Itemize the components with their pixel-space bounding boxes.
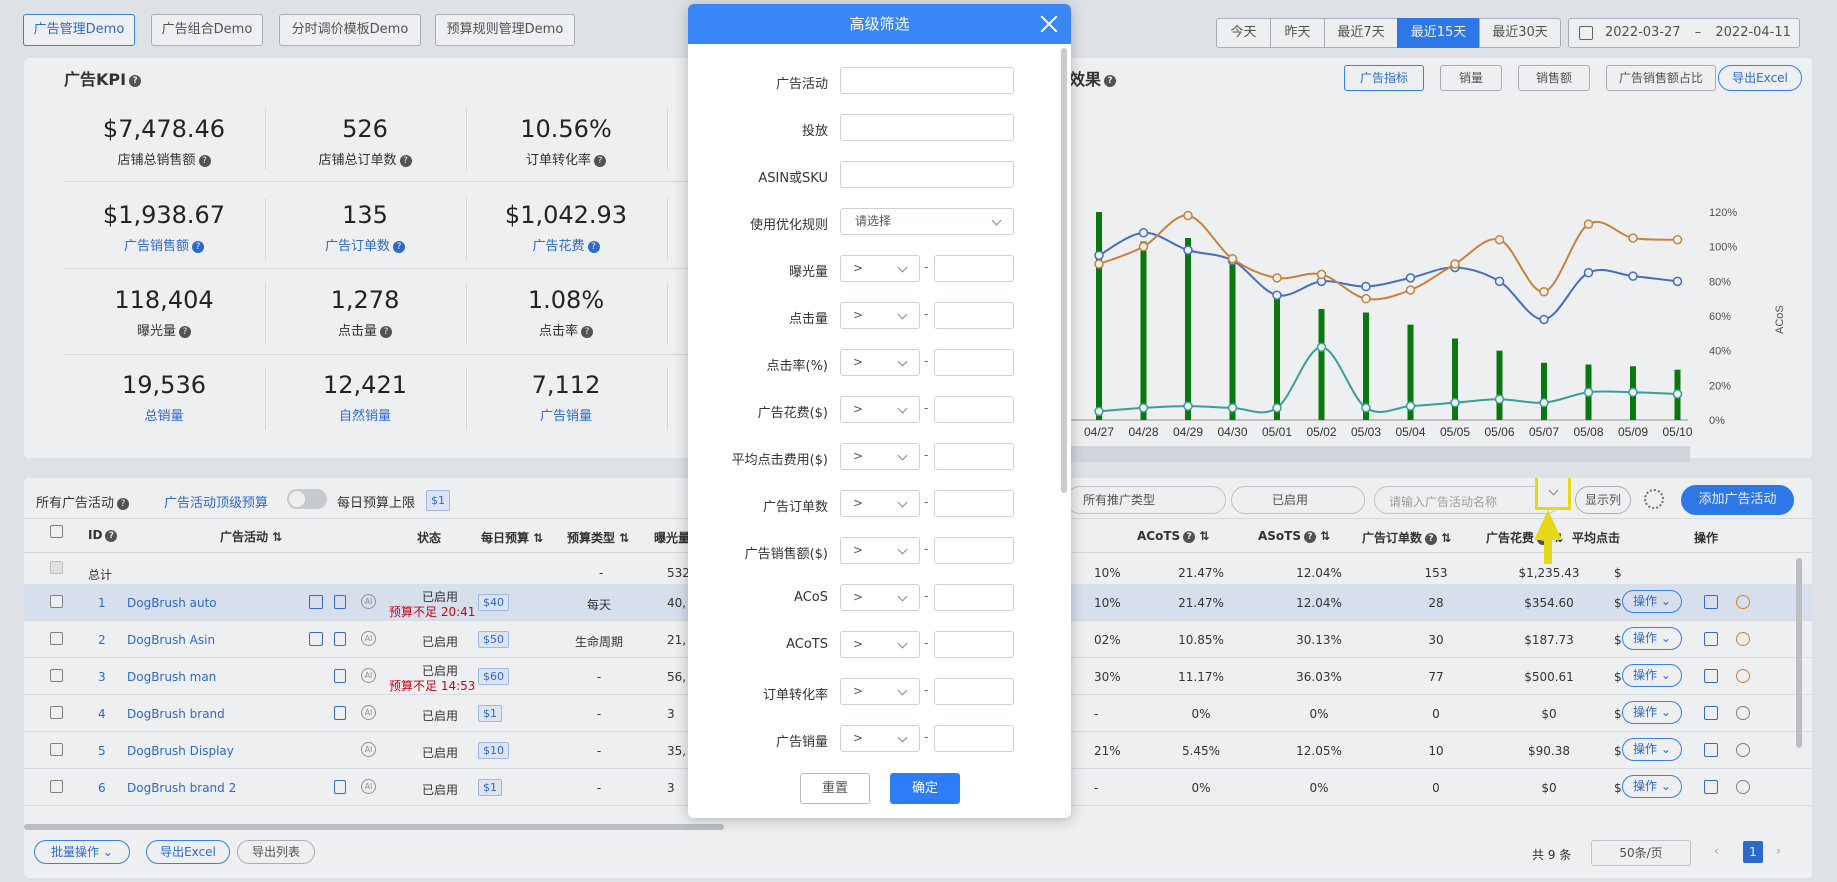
filter-operator-select[interactable]: >: [840, 490, 920, 517]
filter-dash: -: [924, 354, 929, 368]
filter-label: 广告销量: [775, 735, 828, 750]
filter-dash: -: [924, 683, 929, 697]
advanced-filter-dialog: 高级筛选 广告活动 投放 ASIN或SKU 使用优化规则 请选择 曝光量 > -…: [688, 4, 1071, 818]
chevron-down-icon: [897, 544, 908, 555]
filter-operator-select[interactable]: >: [840, 396, 920, 423]
filter-label: 平均点击费用($): [731, 453, 828, 468]
filter-operator-select[interactable]: >: [840, 255, 920, 282]
filter-value-input[interactable]: [934, 490, 1014, 517]
filter-value-input[interactable]: [934, 443, 1014, 470]
filter-text-input[interactable]: [840, 114, 1014, 141]
filter-value-input[interactable]: [934, 537, 1014, 564]
filter-value-input[interactable]: [934, 678, 1014, 705]
filter-operator-select[interactable]: >: [840, 631, 920, 658]
close-icon[interactable]: [1040, 15, 1058, 33]
filter-value-input[interactable]: [934, 349, 1014, 376]
filter-operator-select[interactable]: >: [840, 443, 920, 470]
filter-operator-select[interactable]: >: [840, 537, 920, 564]
filter-label: 广告销售额($): [744, 547, 828, 562]
filter-value-input[interactable]: [934, 302, 1014, 329]
filter-label: 广告活动: [775, 77, 828, 92]
filter-operator-select[interactable]: >: [840, 678, 920, 705]
filter-value-input[interactable]: [934, 725, 1014, 752]
filter-label: ASIN或SKU: [758, 171, 828, 186]
optimization-rule-select[interactable]: 请选择: [840, 208, 1014, 235]
chevron-down-icon: [897, 638, 908, 649]
chevron-down-icon: [897, 497, 908, 508]
chevron-down-icon: [897, 732, 908, 743]
filter-operator-select[interactable]: >: [840, 725, 920, 752]
dialog-scrollbar[interactable]: [1061, 48, 1067, 493]
filter-dash: -: [924, 636, 929, 650]
filter-value-input[interactable]: [934, 631, 1014, 658]
filter-label: 投放: [801, 124, 828, 139]
filter-dash: -: [924, 448, 929, 462]
dialog-title: 高级筛选: [688, 4, 1071, 44]
filter-value-input[interactable]: [934, 584, 1014, 611]
chevron-down-icon: [991, 215, 1002, 226]
filter-text-input[interactable]: [840, 161, 1014, 188]
chevron-down-icon: [897, 356, 908, 367]
reset-button[interactable]: 重置: [800, 773, 870, 804]
filter-label: 广告花费($): [757, 406, 828, 421]
filter-dash: -: [924, 730, 929, 744]
filter-operator-select[interactable]: >: [840, 349, 920, 376]
chevron-down-icon: [897, 262, 908, 273]
filter-value-input[interactable]: [934, 255, 1014, 282]
filter-dash: -: [924, 495, 929, 509]
filter-dash: -: [924, 401, 929, 415]
filter-dash: -: [924, 542, 929, 556]
filter-dash: -: [924, 589, 929, 603]
confirm-button[interactable]: 确定: [890, 773, 960, 804]
filter-value-input[interactable]: [934, 396, 1014, 423]
filter-label: 曝光量: [788, 265, 828, 280]
chevron-down-icon: [897, 591, 908, 602]
filter-label: 点击量: [788, 312, 828, 327]
chevron-down-icon: [897, 403, 908, 414]
filter-label: 订单转化率: [762, 688, 828, 703]
filter-dash: -: [924, 260, 929, 274]
filter-label: 使用优化规则: [749, 218, 828, 233]
chevron-down-icon: [897, 685, 908, 696]
chevron-down-icon: [897, 450, 908, 461]
filter-operator-select[interactable]: >: [840, 584, 920, 611]
filter-text-input[interactable]: [840, 67, 1014, 94]
filter-label: 点击率(%): [766, 359, 829, 374]
filter-label: ACoTS: [786, 637, 828, 652]
filter-operator-select[interactable]: >: [840, 302, 920, 329]
filter-dash: -: [924, 307, 929, 321]
filter-label: ACoS: [794, 590, 828, 605]
filter-label: 广告订单数: [762, 500, 828, 515]
chevron-down-icon: [897, 309, 908, 320]
